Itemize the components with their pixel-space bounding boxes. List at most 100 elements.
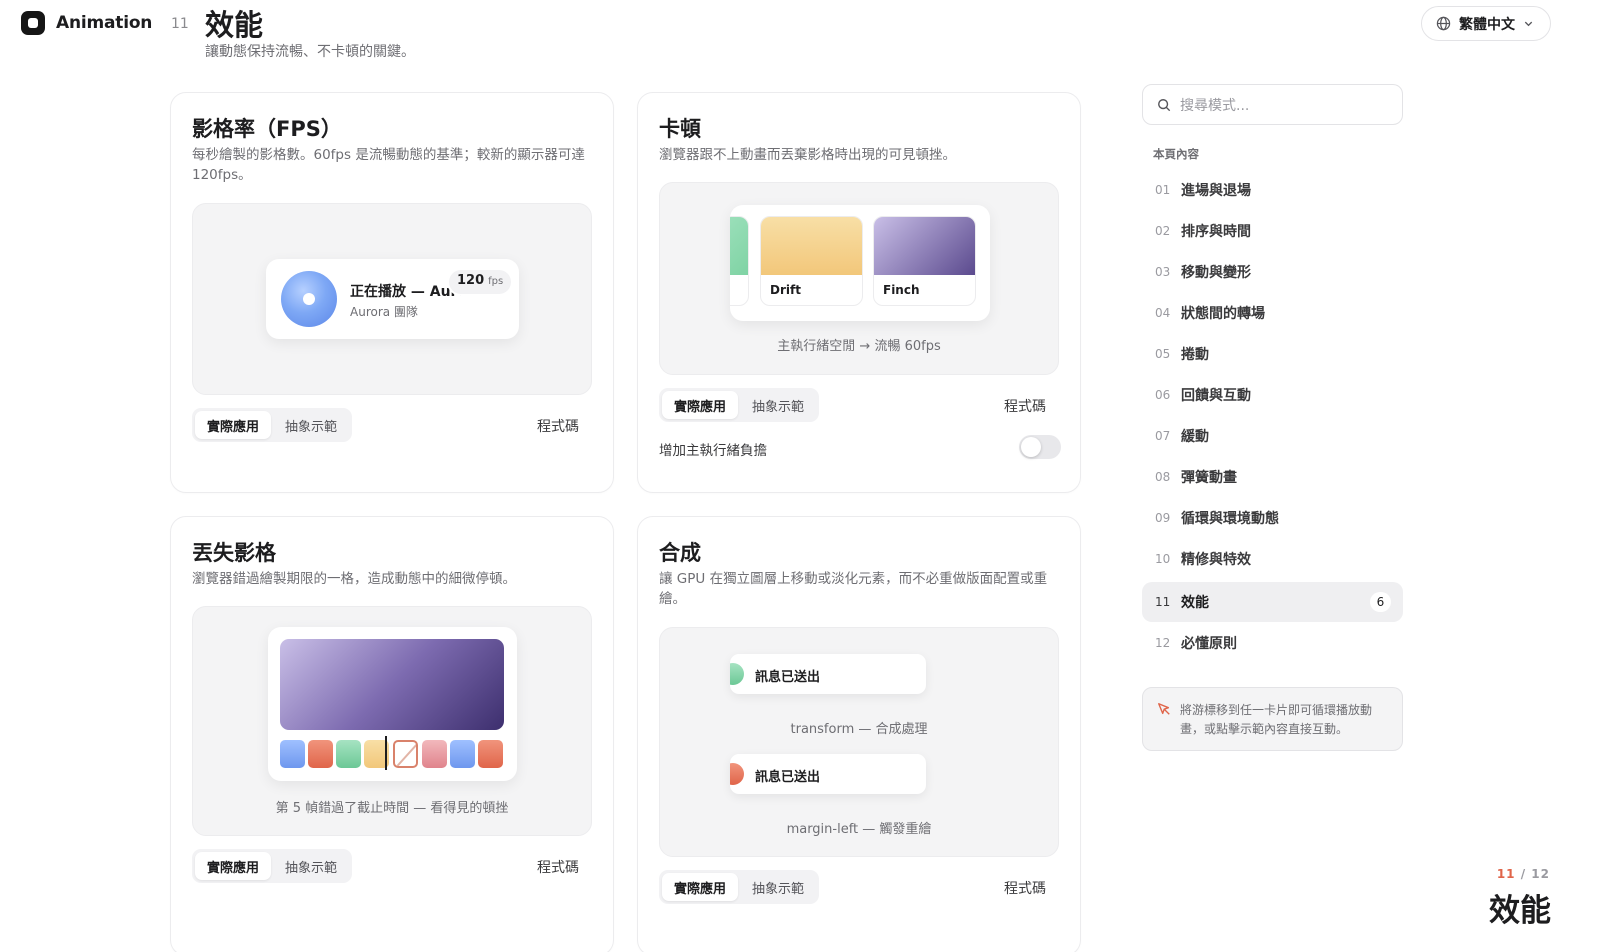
toc-item-01[interactable]: 01 進場與退場 (1142, 170, 1403, 210)
album-disc-icon (281, 271, 337, 327)
tab-abstract[interactable]: 抽象示範 (740, 391, 816, 419)
code-button[interactable]: 程式碼 (1004, 396, 1046, 416)
frame-thumb (308, 740, 333, 768)
carousel[interactable]: Drift Finch (730, 205, 990, 321)
toc-label: 緩動 (1181, 429, 1209, 445)
tab-real-world[interactable]: 實際應用 (662, 873, 739, 901)
hint-text: 將游標移到任一卡片即可循環播放動畫，或點擊示範內容直接互動。 (1180, 703, 1373, 736)
now-playing-card[interactable]: 正在播放 — Aurora Aurora 團隊 120 fps (266, 259, 519, 339)
search-input[interactable]: 搜尋模式... (1142, 84, 1403, 125)
toast-margin[interactable]: 訊息已送出 (730, 754, 926, 794)
toc-number: 05 (1155, 347, 1171, 361)
toc-label: 移動與變形 (1181, 265, 1251, 281)
view-toggle: 實際應用 抽象示範 (659, 870, 820, 904)
compositing-demo[interactable]: 訊息已送出 transform — 合成處理 訊息已送出 margin-left… (659, 627, 1059, 857)
demo-caption: 第 5 幀錯過了截止時間 — 看得見的頓挫 (275, 801, 509, 816)
tile-label: Drift (770, 283, 801, 297)
now-playing-artist: Aurora 團隊 (350, 305, 418, 319)
tile-image (761, 217, 862, 275)
brand-logo-icon (21, 11, 45, 35)
jank-card[interactable]: 卡頓 瀏覽器跟不上動畫而丟棄影格時出現的可見頓挫。 Drift Finch 主執… (637, 92, 1081, 493)
page-indicator: 11 / 12 (1497, 867, 1550, 881)
toc-item-07[interactable]: 07 緩動 (1142, 416, 1403, 456)
language-selector[interactable]: 繁體中文 (1421, 6, 1551, 41)
card-description: 瀏覽器錯過繪製期限的一格，造成動態中的細微停頓。 (192, 571, 516, 587)
view-toggle: 實際應用 抽象示範 (659, 388, 820, 422)
tab-abstract[interactable]: 抽象示範 (740, 873, 816, 901)
carousel-tile-partial (730, 216, 749, 306)
search-icon (1158, 98, 1171, 111)
toc-label: 排序與時間 (1181, 224, 1251, 240)
card-title: 合成 (659, 541, 701, 565)
view-toggle: 實際應用 抽象示範 (192, 849, 353, 883)
fps-demo[interactable]: 正在播放 — Aurora Aurora 團隊 120 fps (192, 203, 592, 395)
toc-item-12[interactable]: 12 必懂原則 (1142, 623, 1403, 663)
jank-demo[interactable]: Drift Finch 主執行緒空閒 → 流暢 60fps (659, 182, 1059, 375)
toc-label: 循環與環境動態 (1181, 511, 1279, 527)
toc-number: 07 (1155, 429, 1171, 443)
fps-badge: 120 fps (449, 270, 512, 294)
dropped-frame-thumb (393, 740, 418, 768)
page-number: 11 (171, 16, 189, 32)
page-title: 效能 (205, 8, 264, 42)
section-watermark-title: 效能 (1489, 893, 1551, 929)
main-thread-load-label: 增加主執行緒負擔 (659, 443, 767, 459)
toc-number: 11 (1155, 595, 1171, 609)
toc-number: 04 (1155, 306, 1171, 320)
code-button[interactable]: 程式碼 (1004, 878, 1046, 898)
toast-dot (730, 763, 744, 785)
compositing-card[interactable]: 合成 讓 GPU 在獨立圖層上移動或淡化元素，而不必重做版面配置或重繪。 訊息已… (637, 516, 1081, 952)
dropped-frames-demo[interactable]: 第 5 幀錯過了截止時間 — 看得見的頓挫 (192, 606, 592, 836)
cursor-icon (1158, 703, 1170, 715)
toast-transform[interactable]: 訊息已送出 (730, 654, 926, 694)
toc-item-04[interactable]: 04 狀態間的轉場 (1142, 293, 1403, 333)
toc-item-05[interactable]: 05 捲動 (1142, 334, 1403, 374)
toc-item-03[interactable]: 03 移動與變形 (1142, 252, 1403, 292)
toc-item-10[interactable]: 10 精修與特效 (1142, 539, 1403, 579)
toc-item-08[interactable]: 08 彈簧動畫 (1142, 457, 1403, 497)
main-thread-load-switch[interactable] (1019, 435, 1061, 459)
carousel-tile-drift[interactable]: Drift (760, 216, 863, 306)
frame-thumb (450, 740, 475, 768)
tab-abstract[interactable]: 抽象示範 (273, 411, 349, 439)
toc-label: 回饋與互動 (1181, 388, 1251, 404)
toc-heading: 本頁內容 (1153, 147, 1199, 161)
toc-item-11[interactable]: 11 效能 6 (1142, 582, 1403, 622)
current-page: 11 (1496, 867, 1516, 881)
globe-icon (1436, 16, 1451, 31)
tab-real-world[interactable]: 實際應用 (195, 411, 272, 439)
toc-number: 10 (1155, 552, 1171, 566)
frame-thumb (422, 740, 447, 768)
brand-name: Animation (56, 13, 153, 33)
carousel-tile-finch[interactable]: Finch (873, 216, 976, 306)
frame-thumb (336, 740, 361, 768)
fps-card[interactable]: 影格率（FPS） 每秒繪製的影格數。60fps 是流暢動態的基準；較新的顯示器可… (170, 92, 614, 493)
code-button[interactable]: 程式碼 (537, 857, 579, 877)
language-label: 繁體中文 (1459, 16, 1515, 33)
toast-text: 訊息已送出 (755, 670, 821, 685)
tile-image (730, 217, 748, 275)
toc-label: 必懂原則 (1181, 636, 1237, 652)
toc-item-09[interactable]: 09 循環與環境動態 (1142, 498, 1403, 538)
card-description: 每秒繪製的影格數。60fps 是流暢動態的基準；較新的顯示器可達 120fps。 (192, 147, 585, 183)
tab-abstract[interactable]: 抽象示範 (273, 852, 349, 880)
toast-dot (730, 663, 744, 685)
tab-real-world[interactable]: 實際應用 (195, 852, 272, 880)
hint-box: 將游標移到任一卡片即可循環播放動畫，或點擊示範內容直接互動。 (1142, 687, 1403, 751)
toc-label: 進場與退場 (1181, 183, 1251, 199)
dropped-frames-card[interactable]: 丟失影格 瀏覽器錯過繪製期限的一格，造成動態中的細微停頓。 第 5 幀錯過了截止… (170, 516, 614, 952)
brand[interactable]: Animation (21, 11, 152, 35)
toc-number: 03 (1155, 265, 1171, 279)
toc-item-06[interactable]: 06 回饋與互動 (1142, 375, 1403, 415)
toc-label: 捲動 (1181, 347, 1209, 363)
toc-number: 02 (1155, 224, 1171, 238)
toc-number: 06 (1155, 388, 1171, 402)
card-title: 影格率（FPS） (192, 117, 342, 141)
code-button[interactable]: 程式碼 (537, 416, 579, 436)
toc-number: 09 (1155, 511, 1171, 525)
frame-strip[interactable] (268, 627, 517, 781)
tab-real-world[interactable]: 實際應用 (662, 391, 739, 419)
toast-text: 訊息已送出 (755, 770, 821, 785)
view-toggle: 實際應用 抽象示範 (192, 408, 353, 442)
toc-item-02[interactable]: 02 排序與時間 (1142, 211, 1403, 251)
